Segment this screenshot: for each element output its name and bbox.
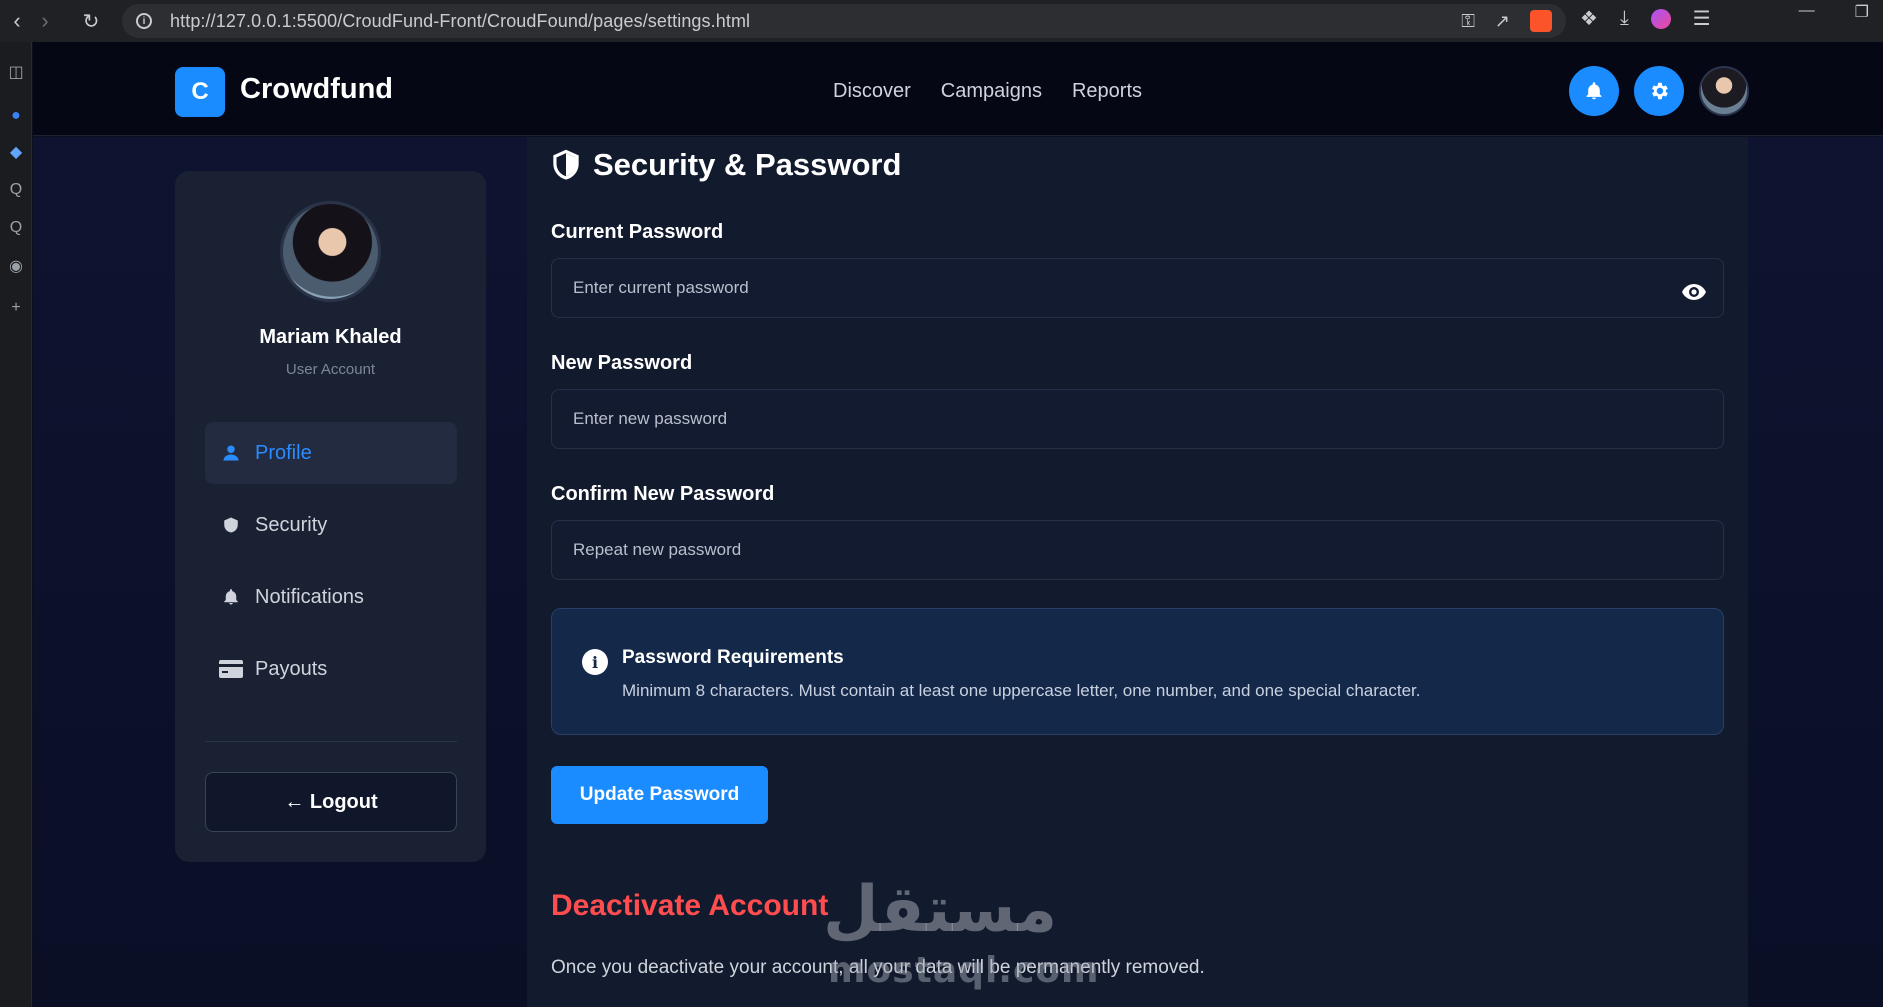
minimize-icon[interactable]: — (1799, 2, 1815, 22)
gear-icon (1652, 82, 1668, 100)
restore-icon[interactable]: ❐ (1855, 2, 1869, 22)
browser-toolbar: ‹ › ↻ i http://127.0.0.1:5500/CroudFund-… (0, 0, 1883, 42)
confirm-password-label: Confirm New Password (551, 483, 775, 505)
url-text: http://127.0.0.1:5500/CroudFund-Front/Cr… (170, 10, 751, 31)
extensions-icon[interactable]: ❖ (1580, 6, 1598, 31)
main-content: Security & Password Current Password New… (527, 137, 1748, 1007)
credit-card-icon (219, 660, 243, 678)
nav-link-reports[interactable]: Reports (1072, 80, 1142, 103)
watermark-url: mostaql.com (828, 950, 1100, 991)
user-icon (219, 443, 243, 463)
nav-link-discover[interactable]: Discover (833, 80, 911, 103)
sidebar-toggle-icon[interactable]: ◫ (6, 62, 26, 82)
avatar[interactable] (1699, 66, 1749, 116)
add-icon[interactable]: + (6, 298, 26, 318)
settings-button[interactable] (1634, 66, 1684, 116)
settings-sidebar: Mariam Khaled User Account Profile Secur… (175, 171, 486, 862)
requirements-title: Password Requirements (622, 647, 844, 668)
bell-icon (1586, 82, 1602, 100)
app-header: C Crowdfund Discover Campaigns Reports (33, 42, 1883, 136)
user-role: User Account (285, 361, 376, 378)
app-icon[interactable]: ◆ (6, 142, 26, 162)
forward-icon[interactable]: › (28, 4, 62, 38)
bell-icon (219, 587, 243, 607)
new-password-input[interactable] (551, 389, 1724, 449)
menu-icon[interactable]: ☰ (1693, 6, 1711, 31)
user-name: Mariam Khaled (259, 326, 402, 348)
deactivate-title: Deactivate Account (551, 889, 829, 922)
sidebar-item-notifications[interactable]: Notifications (205, 566, 457, 628)
app-icon[interactable]: Q (6, 180, 26, 200)
sidebar-item-profile[interactable]: Profile (205, 422, 457, 484)
current-password-label: Current Password (551, 221, 724, 243)
sidebar-item-label: Profile (255, 441, 312, 464)
download-icon[interactable]: ⤓ (1620, 7, 1629, 30)
sidebar-item-label: Notifications (255, 585, 364, 608)
share-icon[interactable]: ↗ (1495, 11, 1510, 32)
update-password-button[interactable]: Update Password (551, 766, 768, 824)
logo[interactable]: C (175, 67, 225, 117)
sidebar-item-label: Security (255, 513, 328, 536)
reload-icon[interactable]: ↻ (74, 4, 108, 38)
sidebar-item-security[interactable]: Security (205, 494, 457, 556)
confirm-password-input[interactable] (551, 520, 1724, 580)
page-title: Security & Password (551, 147, 901, 183)
eye-icon[interactable] (1680, 278, 1708, 306)
sidebar-item-label: Payouts (255, 657, 328, 680)
browser-sidebar: ◫ ● ◆ Q Q ◉ + (0, 42, 32, 1007)
notifications-button[interactable] (1569, 66, 1619, 116)
main-nav: Discover Campaigns Reports (833, 80, 1142, 103)
new-password-label: New Password (551, 352, 693, 374)
section-title-text: Security & Password (593, 147, 902, 182)
shield-icon (553, 149, 579, 180)
key-icon[interactable]: ⚿ (1461, 11, 1475, 32)
current-password-input[interactable] (551, 258, 1724, 318)
app-icon[interactable]: ● (6, 106, 26, 126)
password-requirements-box: i Password Requirements Minimum 8 charac… (551, 608, 1724, 735)
sidebar-item-payouts[interactable]: Payouts (205, 638, 457, 700)
requirements-text: Minimum 8 characters. Must contain at le… (622, 681, 1421, 700)
nav-link-campaigns[interactable]: Campaigns (941, 80, 1042, 103)
shield-icon (219, 515, 243, 535)
profile-avatar (280, 201, 381, 302)
globe-icon[interactable]: ◉ (6, 256, 26, 276)
divider (205, 741, 457, 742)
app-icon[interactable]: Q (6, 218, 26, 238)
brave-shield-icon[interactable] (1530, 10, 1552, 32)
profile-icon[interactable] (1650, 8, 1671, 29)
brand-name[interactable]: Crowdfund (240, 73, 393, 106)
info-icon: i (582, 649, 608, 675)
watermark-logo: مستقل (823, 873, 1058, 947)
logout-button[interactable]: ← Logout (205, 772, 457, 832)
site-info-icon[interactable]: i (136, 13, 152, 29)
address-bar[interactable]: i http://127.0.0.1:5500/CroudFund-Front/… (122, 4, 1566, 38)
